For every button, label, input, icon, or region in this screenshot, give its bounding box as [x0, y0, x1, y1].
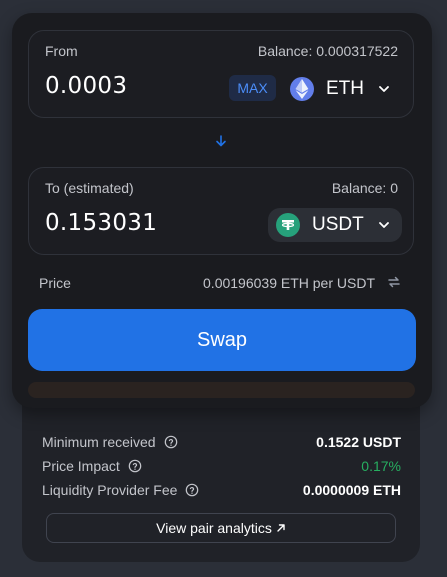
price-label: Price [39, 275, 71, 291]
ethereum-icon [290, 77, 314, 101]
from-token-select[interactable]: ETH [286, 72, 400, 106]
help-icon[interactable] [185, 483, 199, 497]
price-impact-row: Price Impact 0.17% [42, 458, 401, 476]
lp-fee-row: Liquidity Provider Fee 0.0000009 ETH [42, 482, 401, 500]
price-impact-value: 0.17% [361, 458, 401, 474]
from-amount-input[interactable]: 0.0003 [45, 73, 127, 99]
price-impact-label: Price Impact [42, 458, 120, 474]
view-pair-analytics-button[interactable]: View pair analytics [46, 513, 396, 543]
external-link-icon [277, 524, 285, 532]
lp-fee-value: 0.0000009 ETH [302, 482, 401, 498]
lp-fee-label: Liquidity Provider Fee [42, 482, 178, 498]
arrow-down-icon[interactable] [213, 133, 229, 149]
max-button[interactable]: MAX [229, 75, 276, 101]
minimum-received-value: 0.1522 USDT [316, 434, 401, 450]
refresh-icon[interactable] [386, 274, 402, 290]
from-token-symbol: ETH [326, 78, 364, 99]
chevron-down-icon [378, 222, 389, 228]
minimum-received-label: Minimum received [42, 434, 156, 450]
to-balance: Balance: 0 [331, 180, 398, 196]
swap-button[interactable]: Swap [28, 309, 416, 371]
chevron-down-icon [379, 86, 389, 92]
tether-icon [276, 213, 300, 237]
from-balance: Balance: 0.000317522 [257, 43, 398, 59]
help-icon[interactable] [164, 435, 178, 449]
to-amount-input[interactable]: 0.153031 [45, 210, 157, 236]
to-label: To (estimated) [45, 180, 134, 196]
to-input-panel: To (estimated) Balance: 0 0.153031 USDT [28, 167, 414, 255]
from-label: From [45, 43, 78, 59]
help-icon[interactable] [128, 459, 142, 473]
view-pair-analytics-label: View pair analytics [156, 520, 272, 536]
to-token-select[interactable]: USDT [268, 208, 402, 242]
price-value: 0.00196039 ETH per USDT [203, 275, 375, 291]
minimum-received-row: Minimum received 0.1522 USDT [42, 434, 401, 452]
from-input-panel: From Balance: 0.000317522 0.0003 MAX ETH [28, 30, 414, 118]
swap-card: From Balance: 0.000317522 0.0003 MAX ETH… [12, 13, 432, 408]
card-bottom-strip [28, 382, 415, 398]
to-token-symbol: USDT [312, 214, 364, 235]
